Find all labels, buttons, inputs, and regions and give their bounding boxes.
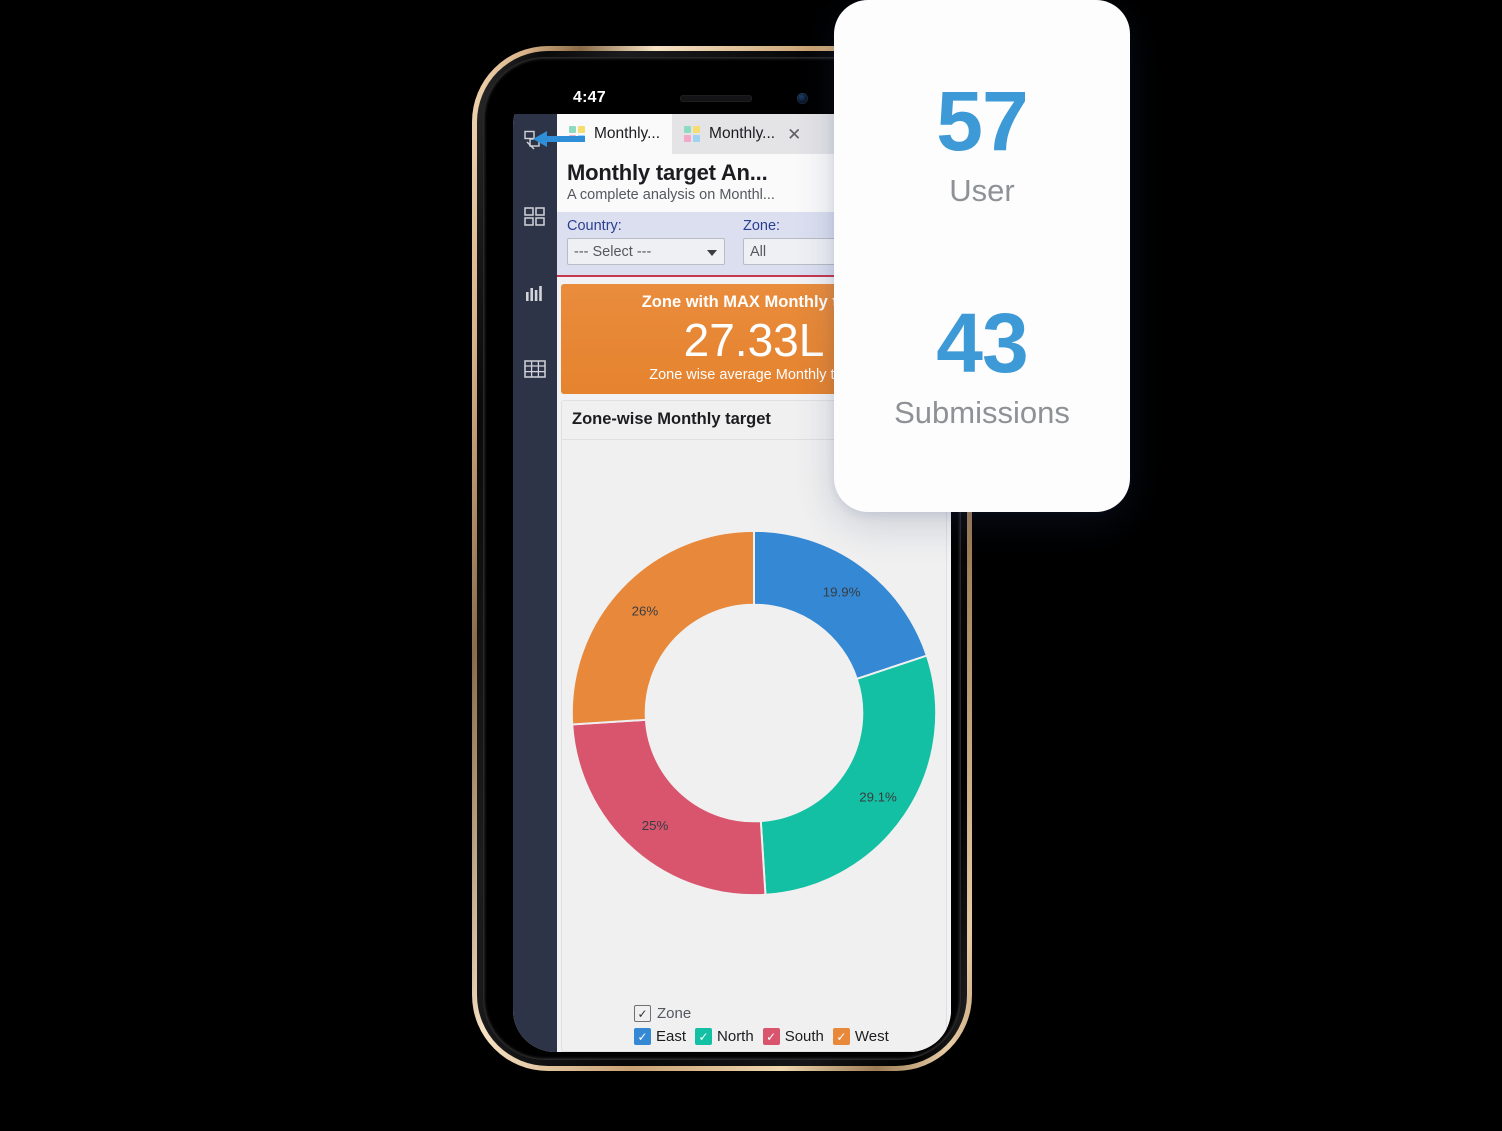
- filter-country: Country: --- Select ---: [567, 218, 725, 265]
- donut-slice-south[interactable]: [571, 718, 767, 896]
- legend-label: West: [854, 1028, 889, 1045]
- donut-slice-west[interactable]: [570, 529, 755, 726]
- report-tab-icon: [684, 125, 701, 143]
- legend-items: ✓ East ✓ North ✓ South ✓ West: [634, 1028, 946, 1045]
- chevron-down-icon: [707, 250, 717, 256]
- filter-label: Country:: [567, 218, 622, 234]
- screenshot-stage: 4:47 Monthly... Monthly... ✕ Monthly tar…: [0, 0, 1502, 1131]
- donut-slice-north[interactable]: [759, 654, 938, 896]
- donut-slice-east[interactable]: [753, 529, 929, 680]
- sidebar-item-tables[interactable]: [522, 356, 548, 382]
- status-bar-time: 4:47: [573, 89, 606, 106]
- dashboard-icon: [524, 207, 545, 226]
- earpiece-speaker: [680, 95, 752, 102]
- donut-slice-label-east: 19.9%: [823, 584, 861, 599]
- legend-item-west[interactable]: ✓ West: [832, 1028, 889, 1045]
- country-select-value: --- Select ---: [574, 243, 652, 260]
- legend-item-south[interactable]: ✓ South: [762, 1028, 824, 1045]
- sidebar-item-reports[interactable]: [522, 128, 548, 154]
- kpi-user-number: 57: [936, 73, 1028, 168]
- legend-checkbox[interactable]: ✓: [762, 1028, 780, 1045]
- tab-label: Monthly...: [709, 125, 776, 142]
- donut-slice-label-south: 25%: [642, 818, 669, 833]
- sidebar-item-dashboards[interactable]: [522, 204, 548, 230]
- legend-checkbox[interactable]: ✓: [695, 1028, 713, 1045]
- chart-body: 19.9% 29.1% 25% 26% ✓ Zone ✓ East ✓ North ✓ Sout…: [562, 440, 946, 1051]
- chart-legend: ✓ Zone ✓ East ✓ North ✓ South ✓ West: [562, 1005, 946, 1045]
- legend-label: South: [784, 1028, 824, 1045]
- tab-monthly-1[interactable]: Monthly...: [557, 114, 673, 154]
- kpi-user-label: User: [949, 173, 1015, 209]
- donut-chart[interactable]: 19.9% 29.1% 25% 26%: [562, 518, 946, 908]
- kpi-submissions-block: 43 Submissions: [894, 295, 1070, 432]
- legend-label: East: [656, 1028, 687, 1045]
- sidebar-item-charts[interactable]: [522, 280, 548, 306]
- phone-notch: [628, 84, 836, 114]
- legend-label: North: [717, 1028, 754, 1045]
- front-camera: [797, 93, 808, 104]
- legend-header-label: Zone: [657, 1005, 692, 1022]
- table-icon: [524, 360, 546, 378]
- legend-checkbox[interactable]: ✓: [634, 1028, 651, 1045]
- legend-item-north[interactable]: ✓ North: [695, 1028, 754, 1045]
- kpi-submissions-number: 43: [936, 295, 1028, 390]
- donut-slice-label-north: 29.1%: [859, 789, 897, 804]
- zone-select-value: All: [750, 243, 767, 260]
- donut-slice-label-west: 26%: [632, 603, 659, 618]
- tab-monthly-2[interactable]: Monthly... ✕: [672, 114, 814, 154]
- chart-icon: [526, 286, 542, 301]
- country-select[interactable]: --- Select ---: [567, 238, 725, 265]
- legend-zone-checkbox[interactable]: ✓: [634, 1005, 651, 1022]
- floating-kpi-card: 57 User 43 Submissions: [834, 0, 1130, 512]
- close-icon[interactable]: ✕: [787, 126, 801, 143]
- left-nav-rail: [513, 114, 557, 1052]
- legend-header[interactable]: ✓ Zone: [634, 1005, 946, 1022]
- tab-label: Monthly...: [594, 125, 661, 142]
- kpi-submissions-label: Submissions: [894, 395, 1070, 431]
- legend-checkbox[interactable]: ✓: [832, 1028, 850, 1045]
- kpi-user-block: 57 User: [936, 73, 1028, 210]
- report-tab-icon: [569, 125, 586, 143]
- reports-icon: [524, 130, 540, 150]
- donut-chart-container: 19.9% 29.1% 25% 26%: [562, 446, 946, 979]
- legend-item-east[interactable]: ✓ East: [634, 1028, 686, 1045]
